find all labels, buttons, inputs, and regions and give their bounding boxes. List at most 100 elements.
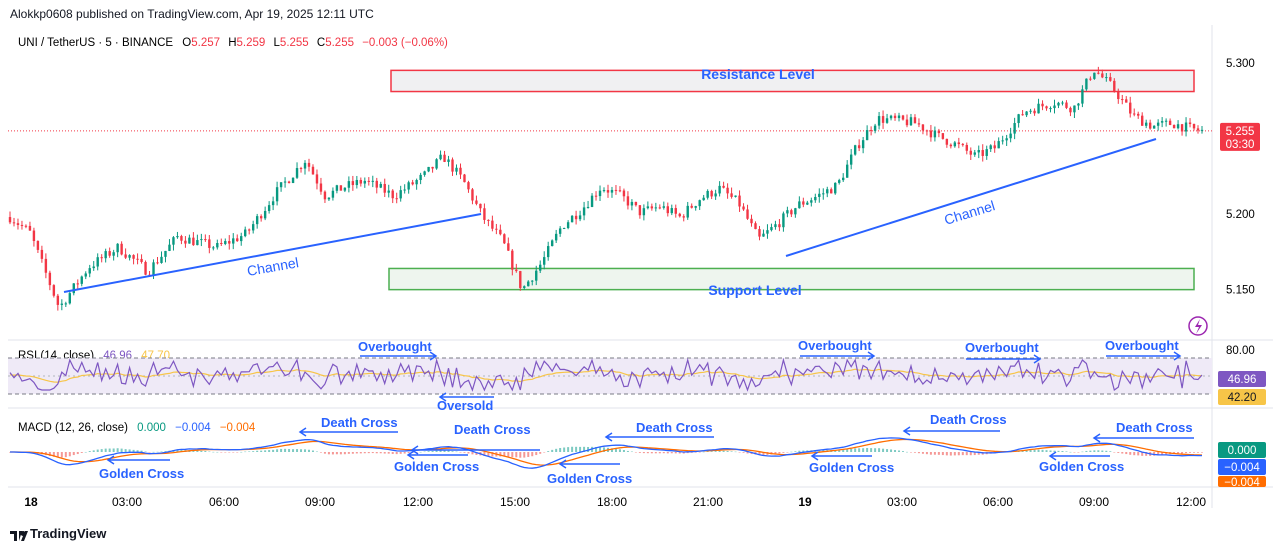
macd-annotation: Golden Cross	[547, 471, 632, 486]
macd-histogram-bar	[1193, 452, 1196, 453]
candle-body	[718, 185, 721, 194]
candle-body	[654, 207, 658, 209]
macd-histogram-bar	[1033, 449, 1036, 452]
macd-histogram-bar	[160, 451, 163, 453]
macd-histogram-bar	[874, 448, 877, 452]
candle-body	[523, 286, 526, 288]
candle-body	[28, 225, 32, 231]
macd-histogram-bar	[933, 452, 936, 455]
macd-histogram-bar	[730, 451, 733, 452]
candle-body	[885, 118, 889, 123]
macd-histogram-bar	[260, 450, 263, 452]
countdown-value: 03:30	[1226, 139, 1255, 151]
time-tick-label: 09:00	[305, 495, 335, 509]
candle-body	[1017, 114, 1020, 124]
macd-histogram-bar	[1201, 452, 1203, 453]
macd-hist-tag-value: 0.000	[1228, 445, 1257, 457]
time-tick-label: 12:00	[1176, 495, 1206, 509]
candle-body	[224, 241, 227, 244]
candle-body	[403, 189, 406, 191]
macd-histogram-bar	[60, 452, 63, 458]
candle-body	[232, 238, 235, 244]
candle-body	[176, 236, 179, 238]
macd-histogram-bar	[96, 449, 99, 452]
candle-body	[937, 130, 941, 134]
chart-canvas[interactable]: UNI / TetherUS · 5 · BINANCE O5.257 H5.2…	[0, 0, 1281, 551]
tradingview-footer: TradingView	[10, 526, 106, 541]
macd-histogram-bar	[319, 452, 322, 453]
macd-histogram-bar	[858, 448, 861, 452]
candle-body	[128, 255, 131, 258]
macd-histogram-bar	[236, 452, 239, 453]
candle-body	[395, 198, 398, 200]
macd-histogram-bar	[200, 450, 203, 452]
candle-body	[558, 228, 562, 234]
candle-body	[188, 237, 191, 244]
candle-body	[562, 228, 566, 230]
candle-body	[989, 145, 992, 150]
candle-body	[818, 193, 821, 197]
candle-body	[614, 189, 618, 191]
macd-annotation: Golden Cross	[1039, 459, 1124, 474]
candle-body	[610, 189, 614, 193]
candle-body	[578, 215, 582, 220]
macd-histogram-bar	[363, 452, 366, 454]
candle-body	[383, 183, 386, 193]
candle-body	[861, 140, 865, 149]
candle-body	[965, 144, 968, 151]
macd-histogram-bar	[898, 450, 901, 452]
macd-histogram-bar	[551, 449, 554, 452]
candle-body	[586, 206, 590, 208]
macd-histogram-bar	[212, 451, 215, 453]
candle-body	[387, 190, 390, 193]
candle-body	[618, 190, 622, 192]
rsi-ma-tag-value: 42.20	[1228, 392, 1257, 404]
candle-body	[574, 215, 578, 220]
candle-body	[20, 224, 24, 226]
candle-body	[806, 202, 809, 205]
candle-body	[830, 189, 833, 194]
macd-histogram-bar	[64, 452, 67, 458]
candle-body	[435, 159, 438, 169]
macd-histogram-bar	[941, 452, 944, 456]
macd-histogram-bar	[252, 451, 255, 452]
macd-histogram-bar	[547, 451, 550, 452]
time-tick-label: 03:00	[887, 495, 917, 509]
macd-histogram-bar	[555, 448, 558, 452]
candle-body	[933, 130, 937, 138]
candle-body	[694, 206, 697, 208]
candle-body	[1045, 106, 1048, 109]
macd-histogram-bar	[909, 452, 912, 453]
candle-body	[236, 238, 239, 242]
candle-body	[196, 240, 199, 246]
candle-body	[299, 168, 303, 170]
candle-body	[1121, 99, 1124, 101]
macd-histogram-bar	[905, 451, 908, 453]
candle-body	[1053, 105, 1056, 109]
macd-histogram-bar	[455, 451, 458, 453]
candle-body	[315, 174, 319, 184]
candle-body	[698, 200, 701, 207]
macd-histogram-bar	[870, 448, 873, 452]
candle-body	[1069, 107, 1072, 113]
macd-histogram-bar	[638, 452, 641, 453]
candle-body	[1065, 102, 1068, 108]
candle-body	[116, 243, 119, 253]
candle-body	[770, 227, 773, 231]
candle-body	[499, 229, 502, 235]
candle-body	[1144, 122, 1148, 126]
candle-body	[1188, 122, 1192, 124]
macd-histogram-bar	[383, 452, 386, 454]
macd-histogram-bar	[854, 448, 857, 452]
macd-histogram-bar	[1085, 450, 1088, 452]
candle-body	[443, 154, 446, 162]
candle-body	[1005, 138, 1008, 141]
macd-histogram-bar	[670, 452, 673, 454]
macd-annotation: Death Cross	[454, 422, 531, 437]
macd-histogram-bar	[626, 450, 629, 452]
macd-histogram-bar	[969, 452, 972, 456]
time-tick-label: 19	[798, 495, 812, 509]
macd-histogram-bar	[965, 452, 968, 456]
channel-label: Channel	[942, 197, 997, 228]
macd-histogram-bar	[726, 451, 729, 452]
